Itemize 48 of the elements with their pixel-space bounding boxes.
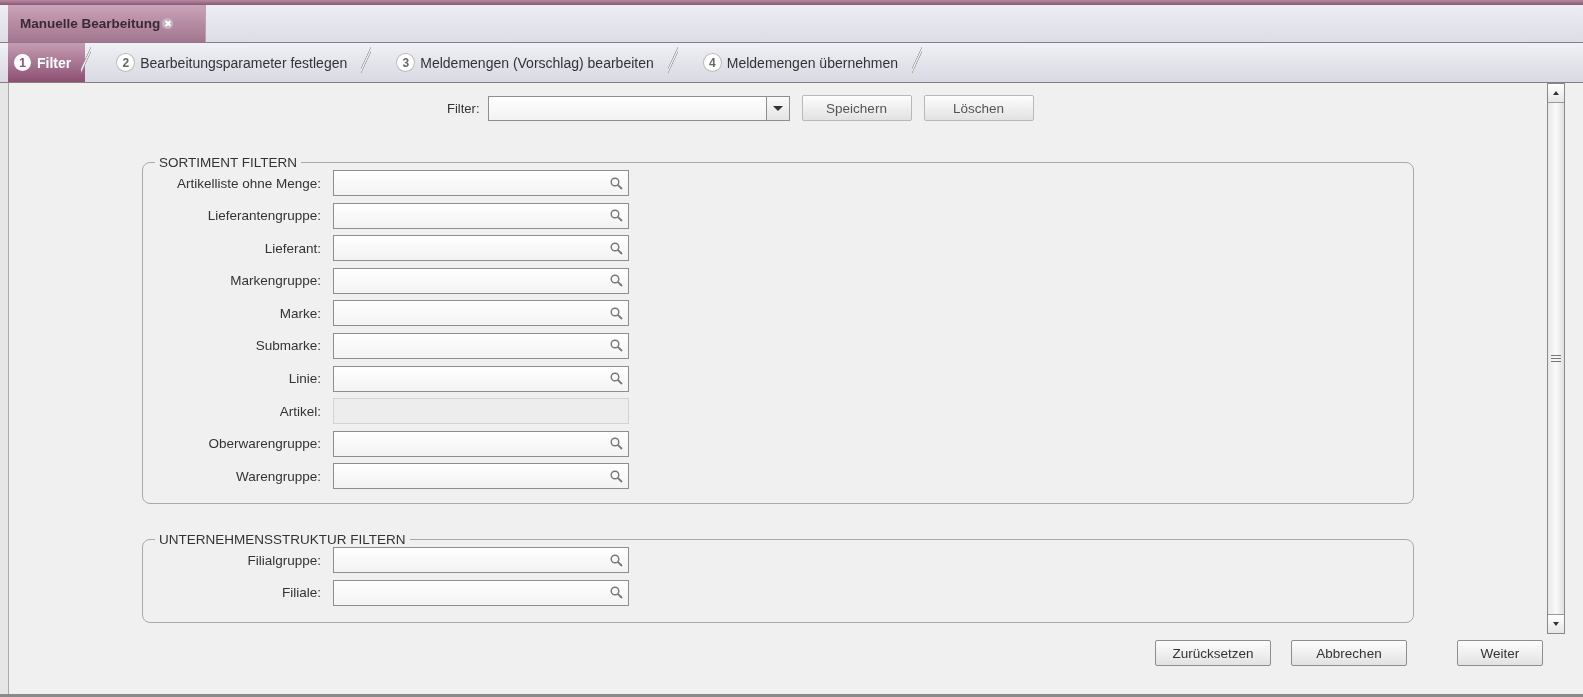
search-icon[interactable]: [610, 274, 623, 288]
field-label: Warengruppe:: [234, 468, 322, 484]
search-icon[interactable]: [610, 176, 623, 190]
lookup-field[interactable]: [333, 267, 629, 294]
step-tab[interactable]: 4 Meldemengen übernehmen: [683, 43, 916, 82]
lookup-field[interactable]: [333, 579, 629, 606]
lookup-field[interactable]: [333, 430, 629, 457]
filter-dropdown[interactable]: [487, 95, 790, 121]
search-icon[interactable]: [610, 306, 623, 320]
lookup-field[interactable]: [333, 332, 629, 359]
lookup-field[interactable]: [333, 365, 629, 392]
field-label: Lieferant:: [263, 240, 322, 256]
footer-button[interactable]: Abbrechen: [1291, 640, 1407, 666]
search-icon[interactable]: [610, 586, 623, 600]
search-icon[interactable]: [610, 372, 623, 386]
close-icon[interactable]: [162, 18, 174, 29]
footer-button[interactable]: Zurücksetzen: [1155, 640, 1271, 666]
field-label: Marke:: [278, 305, 322, 321]
filter-label: Filter:: [447, 100, 480, 116]
field-label: Markengruppe:: [229, 273, 322, 289]
footer-button[interactable]: Weiter: [1457, 640, 1543, 666]
field-label: Oberwarengruppe:: [207, 436, 322, 452]
lookup-field[interactable]: [333, 235, 629, 262]
group-title: UNTERNEHMENSSTRUKTUR FILTERN: [158, 532, 407, 547]
group-title: SORTIMENT FILTERN: [158, 155, 298, 170]
field-label: Lieferantengruppe:: [206, 208, 322, 224]
search-icon[interactable]: [610, 553, 623, 567]
step-tab[interactable]: 3 Meldemengen (Vorschlag) bearbeiten: [377, 43, 672, 82]
search-icon[interactable]: [610, 241, 623, 255]
lookup-field[interactable]: [333, 547, 629, 573]
lookup-field[interactable]: [333, 202, 629, 229]
document-tab[interactable]: Manuelle Bearbeitung: [8, 5, 206, 42]
field-label: Artikelliste ohne Menge:: [175, 175, 322, 191]
scrollbar[interactable]: [1547, 83, 1565, 634]
search-icon[interactable]: [610, 209, 623, 223]
field-label: Linie:: [287, 371, 322, 387]
search-icon[interactable]: [610, 339, 623, 353]
field-label: Artikel:: [278, 403, 322, 419]
field-label: Submarke:: [254, 338, 322, 354]
search-icon[interactable]: [610, 469, 623, 483]
step-tab[interactable]: 1 Filter: [8, 43, 86, 82]
lookup-field[interactable]: [333, 170, 629, 196]
field-label: Filiale:: [281, 585, 322, 601]
step-tab[interactable]: 2 Bearbeitungsparameter festlegen: [97, 43, 366, 82]
lookup-field[interactable]: [333, 300, 629, 327]
field-label: Filialgruppe:: [246, 552, 322, 568]
lookup-field[interactable]: [333, 463, 629, 490]
search-icon[interactable]: [610, 437, 623, 451]
